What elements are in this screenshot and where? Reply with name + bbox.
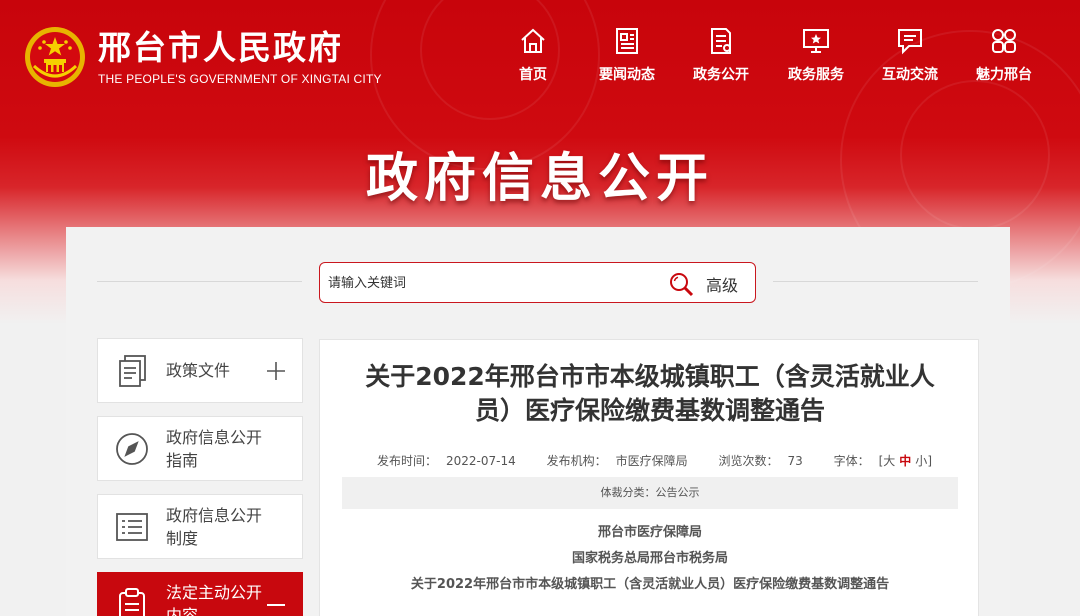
nav-news[interactable]: 要闻动态	[587, 26, 667, 92]
article-card: 关于2022年邢台市市本级城镇职工（含灵活就业人员）医疗保险缴费基数调整通告 发…	[319, 339, 979, 616]
publish-time: 2022-07-14	[446, 454, 516, 468]
plus-icon[interactable]	[266, 361, 286, 381]
content-panel: 高级 政策文件 政府信息公开指南 政府信息公开制度 法定主动公开内容 关于202…	[66, 227, 1010, 616]
search-icon[interactable]	[668, 271, 694, 297]
home-icon	[521, 28, 545, 53]
nav-label: 首页	[519, 67, 547, 83]
article-title: 关于2022年邢台市市本级城镇职工（含灵活就业人员）医疗保险缴费基数调整通告	[365, 362, 935, 425]
files-icon	[119, 355, 146, 387]
view-count: 73	[787, 454, 803, 468]
minus-icon[interactable]	[266, 595, 286, 615]
nav-label: 要闻动态	[599, 67, 655, 83]
document-icon	[711, 28, 731, 54]
nav-gov-service[interactable]: 政务服务	[776, 26, 856, 92]
search-input[interactable]	[328, 271, 658, 295]
sidebar-item-statutory-disclosure[interactable]: 法定主动公开内容	[97, 572, 303, 616]
publisher: 市医疗保障局	[615, 454, 688, 468]
nav-gov-affairs-open[interactable]: 政务公开	[681, 26, 761, 92]
news-icon	[616, 28, 638, 54]
chat-icon	[898, 29, 922, 55]
national-emblem-icon[interactable]	[24, 26, 86, 88]
grid-icon	[992, 29, 1016, 53]
divider	[773, 281, 978, 282]
body-line: 邢台市医疗保障局	[597, 525, 702, 540]
clipboard-icon	[119, 588, 145, 616]
nav-label: 魅力邢台	[976, 67, 1032, 83]
body-line: 国家税务总局邢台市税务局	[571, 551, 728, 566]
sidebar-item-policy-files[interactable]: 政策文件	[97, 338, 303, 403]
site-subtitle: THE PEOPLE'S GOVERNMENT OF XINGTAI CITY	[98, 72, 382, 86]
advanced-search-button[interactable]: 高级	[706, 272, 738, 296]
nav-interaction[interactable]: 互动交流	[870, 26, 950, 92]
sidebar-item-label: 政府信息公开制度	[166, 505, 263, 548]
sidebar-item-disclosure-guide[interactable]: 政府信息公开指南	[97, 416, 303, 481]
compass-icon	[116, 433, 148, 465]
font-size-large-button[interactable]: 大	[883, 454, 895, 468]
sidebar-item-label: 法定主动公开内容	[166, 583, 263, 616]
page-title: 政府信息公开	[365, 149, 714, 209]
views-label: 浏览次数：	[718, 454, 779, 468]
font-size-small-button[interactable]: 小	[915, 454, 927, 468]
site-title[interactable]: 邢台市人民政府	[98, 28, 343, 68]
search-box: 高级	[319, 262, 756, 303]
publish-time-label: 发布时间：	[376, 454, 437, 468]
nav-label: 政务服务	[788, 67, 844, 83]
nav-label: 互动交流	[882, 67, 938, 83]
nav-charm-xingtai[interactable]: 魅力邢台	[964, 26, 1044, 92]
sidebar-item-label: 政策文件	[166, 361, 231, 380]
monitor-star-icon	[803, 29, 829, 53]
nav-home[interactable]: 首页	[493, 26, 573, 92]
publisher-label: 发布机构：	[546, 454, 607, 468]
list-icon	[116, 513, 148, 541]
sidebar-item-disclosure-system[interactable]: 政府信息公开制度	[97, 494, 303, 559]
nav-label: 政务公开	[693, 67, 749, 83]
font-size-medium-button[interactable]: 中	[899, 454, 911, 468]
category-bar: 体裁分类：公告公示	[342, 477, 958, 509]
article-meta: 发布时间： 2022-07-14 发布机构： 市医疗保障局 浏览次数： 73 字体：[…	[376, 454, 932, 468]
sidebar-item-label: 政府信息公开指南	[166, 427, 263, 470]
body-line: 关于2022年邢台市市本级城镇职工（含灵活就业人员）医疗保险缴费基数调整通告	[410, 577, 890, 592]
divider	[97, 281, 302, 282]
font-size-label: 字体：	[833, 454, 870, 468]
